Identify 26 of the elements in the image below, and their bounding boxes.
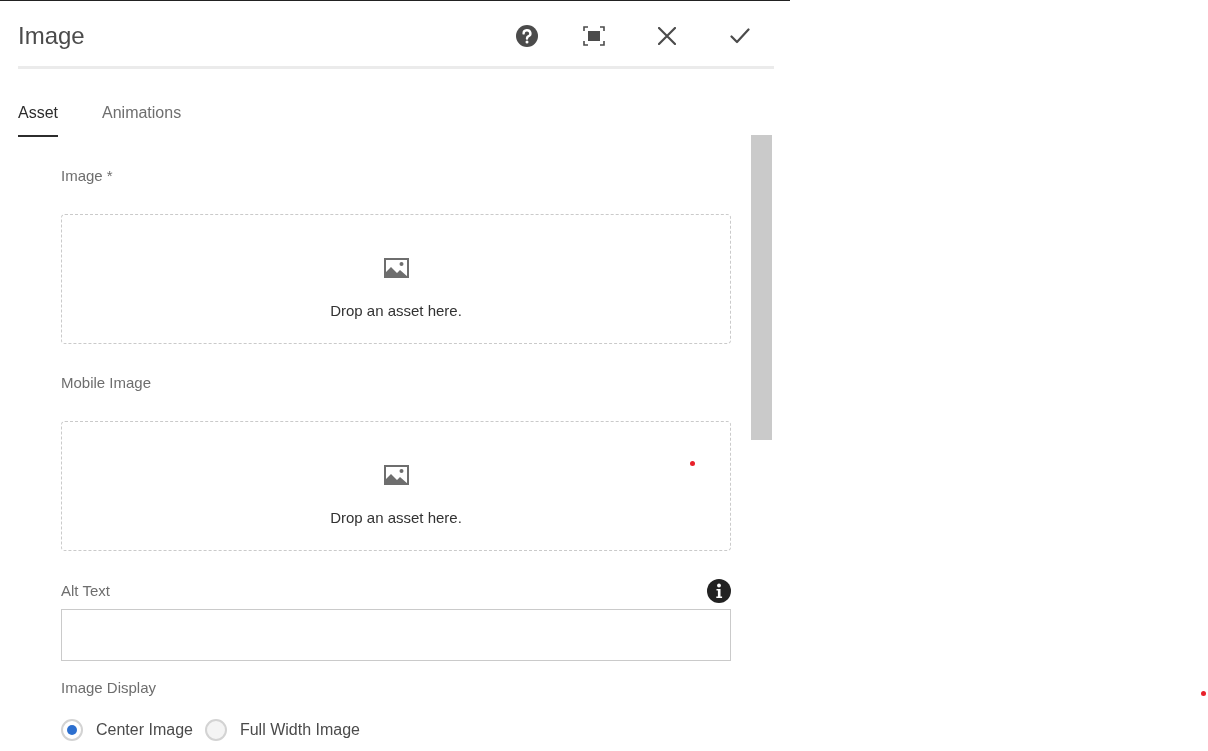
field-label: Image * xyxy=(61,166,114,186)
radio-label: Full Width Image xyxy=(239,720,360,740)
text-input[interactable] xyxy=(61,609,731,661)
radio-button[interactable] xyxy=(204,719,227,741)
radio-label: Center Image xyxy=(96,720,193,740)
close-icon xyxy=(658,27,676,45)
field-label: Alt Text xyxy=(61,581,110,601)
marker-dot-icon xyxy=(690,461,695,466)
radio-button[interactable] xyxy=(61,719,83,741)
drop-hint: Drop an asset here. xyxy=(330,301,462,321)
drop-zone[interactable]: Drop an asset here. xyxy=(61,214,731,344)
help-icon xyxy=(516,25,538,47)
image-icon xyxy=(383,258,409,278)
scrollbar-thumb[interactable] xyxy=(751,135,772,440)
field-label: Mobile Image xyxy=(61,373,153,393)
checkmark-icon xyxy=(730,28,750,44)
tab[interactable]: Asset xyxy=(18,103,58,137)
drop-hint: Drop an asset here. xyxy=(330,508,462,528)
image-icon xyxy=(383,465,409,485)
marker-dot-icon xyxy=(1201,691,1206,696)
info-icon[interactable] xyxy=(707,579,731,603)
field-label: Image Display xyxy=(61,678,158,698)
dialog-title: Image xyxy=(18,21,85,51)
fullscreen-icon xyxy=(583,26,605,46)
drop-zone[interactable]: Drop an asset here. xyxy=(61,421,731,551)
tab[interactable]: Animations xyxy=(102,103,182,137)
